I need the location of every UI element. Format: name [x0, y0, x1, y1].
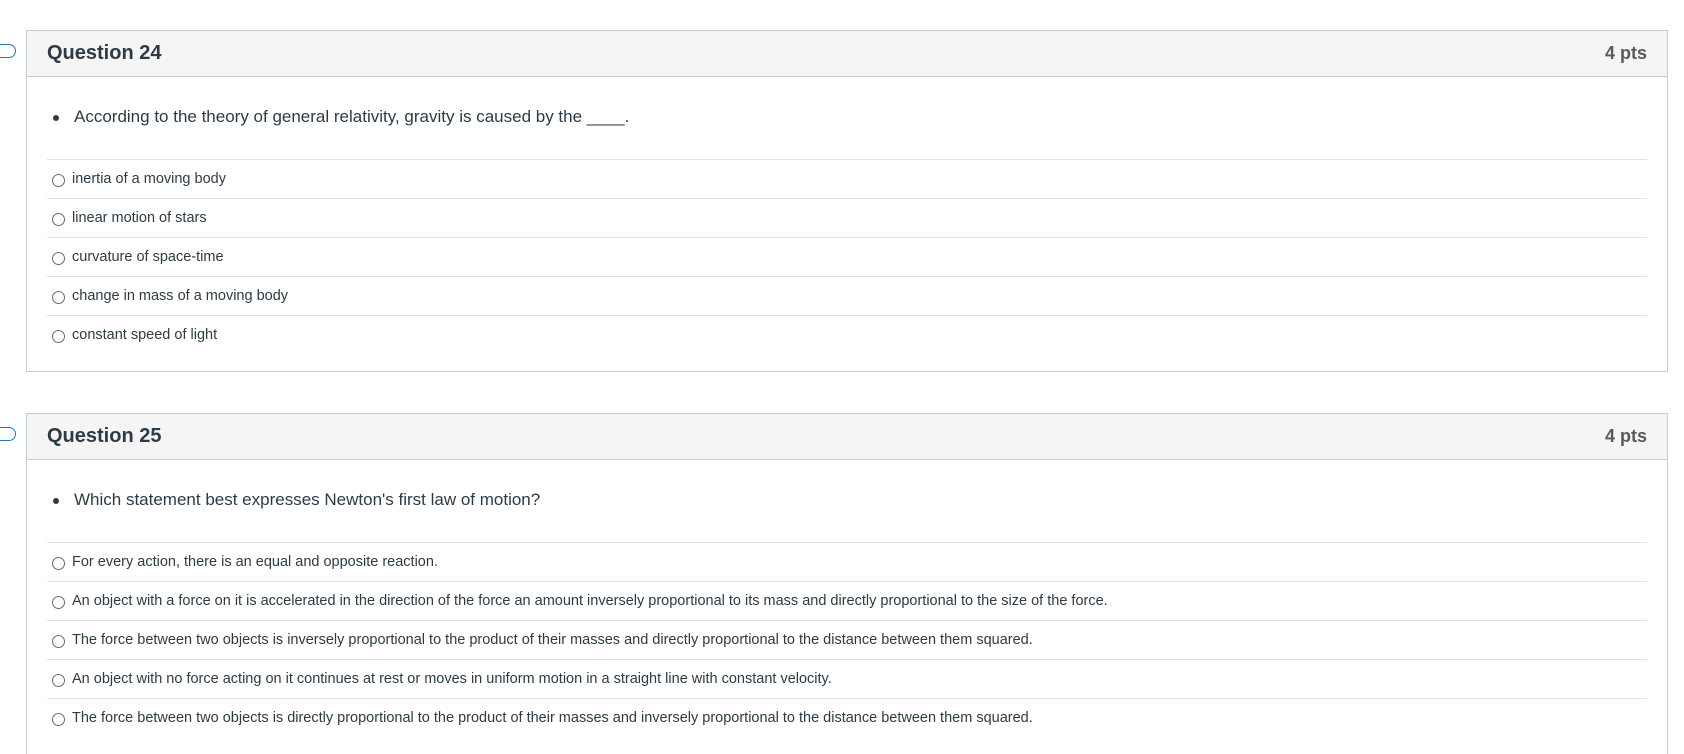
- answer-list: inertia of a moving body linear motion o…: [47, 159, 1647, 354]
- flag-question-icon[interactable]: [0, 427, 16, 441]
- question-title: Question 24: [47, 42, 162, 64]
- answer-label: curvature of space-time: [72, 249, 224, 265]
- answer-list: For every action, there is an equal and …: [47, 542, 1647, 737]
- radio-button[interactable]: [52, 212, 65, 226]
- answer-option[interactable]: inertia of a moving body: [47, 159, 1647, 198]
- answer-label: An object with a force on it is accelera…: [72, 593, 1108, 609]
- answer-option[interactable]: constant speed of light: [47, 315, 1647, 354]
- bullet-icon: [53, 115, 59, 121]
- answer-option[interactable]: linear motion of stars: [47, 198, 1647, 237]
- answer-option[interactable]: The force between two objects is directl…: [47, 698, 1647, 737]
- question-points: 4 pts: [1604, 43, 1647, 63]
- question-prompt-text: Which statement best expresses Newton's …: [74, 490, 541, 509]
- question-body: According to the theory of general relat…: [27, 77, 1667, 354]
- answer-label: The force between two objects is directl…: [72, 710, 1033, 726]
- answer-label: An object with no force acting on it con…: [72, 671, 832, 687]
- question-header: Question 24 4 pts: [27, 31, 1667, 77]
- answer-option[interactable]: An object with a force on it is accelera…: [47, 581, 1647, 620]
- radio-button[interactable]: [52, 712, 65, 726]
- question-prompt: According to the theory of general relat…: [47, 77, 1647, 159]
- answer-option[interactable]: For every action, there is an equal and …: [47, 542, 1647, 581]
- question-card-24: Question 24 4 pts According to the theor…: [0, 30, 1668, 372]
- question-points: 4 pts: [1604, 426, 1647, 446]
- answer-label: linear motion of stars: [72, 210, 207, 226]
- answer-option[interactable]: The force between two objects is inverse…: [47, 620, 1647, 659]
- question-header: Question 25 4 pts: [27, 414, 1667, 460]
- radio-button[interactable]: [52, 329, 65, 343]
- radio-button[interactable]: [52, 595, 65, 609]
- answer-option[interactable]: change in mass of a moving body: [47, 276, 1647, 315]
- radio-button[interactable]: [52, 634, 65, 648]
- radio-button[interactable]: [52, 173, 65, 187]
- radio-button[interactable]: [52, 556, 65, 570]
- question-card-25: Question 25 4 pts Which statement best e…: [0, 413, 1668, 754]
- question-prompt: Which statement best expresses Newton's …: [47, 460, 1647, 542]
- answer-label: change in mass of a moving body: [72, 288, 289, 304]
- flag-question-icon[interactable]: [0, 44, 16, 58]
- answer-label: inertia of a moving body: [72, 171, 226, 187]
- quiz-page: Question 24 4 pts According to the theor…: [0, 0, 1684, 754]
- answer-label: For every action, there is an equal and …: [72, 554, 438, 570]
- question-prompt-text: According to the theory of general relat…: [74, 107, 630, 126]
- bullet-icon: [53, 498, 59, 504]
- radio-button[interactable]: [52, 673, 65, 687]
- radio-button[interactable]: [52, 290, 65, 304]
- answer-option[interactable]: An object with no force acting on it con…: [47, 659, 1647, 698]
- question-body: Which statement best expresses Newton's …: [27, 460, 1667, 737]
- question-title: Question 25: [47, 425, 162, 447]
- answer-option[interactable]: curvature of space-time: [47, 237, 1647, 276]
- answer-label: constant speed of light: [72, 327, 218, 343]
- radio-button[interactable]: [52, 251, 65, 265]
- answer-label: The force between two objects is inverse…: [72, 632, 1033, 648]
